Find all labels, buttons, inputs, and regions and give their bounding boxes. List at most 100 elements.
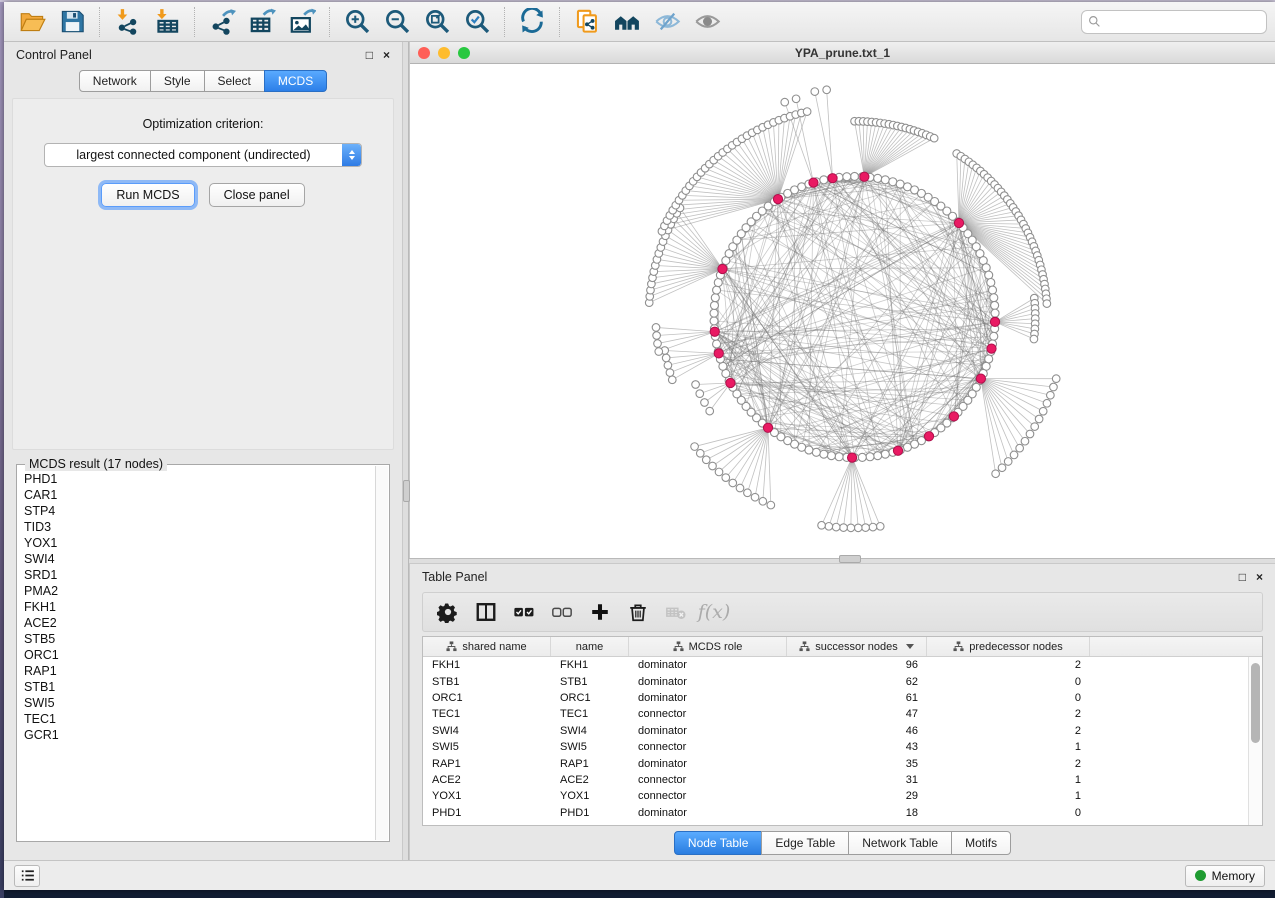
run-mcds-button[interactable]: Run MCDS — [101, 183, 194, 207]
leaf-node[interactable] — [652, 324, 660, 332]
leaf-node[interactable] — [1030, 335, 1038, 343]
ring-node[interactable] — [881, 176, 889, 184]
table-row[interactable]: STB1STB1dominator620 — [423, 673, 1248, 689]
column-header-predecessor-nodes[interactable]: predecessor nodes — [927, 637, 1090, 656]
mcds-result-item[interactable]: FKH1 — [24, 599, 374, 615]
show-all-icon[interactable] — [687, 6, 727, 38]
mcds-hub-node[interactable] — [954, 218, 963, 227]
mcds-result-item[interactable]: CAR1 — [24, 487, 374, 503]
mcds-hub-node[interactable] — [828, 174, 837, 183]
open-folder-icon[interactable] — [12, 6, 52, 38]
float-icon[interactable]: □ — [366, 49, 373, 61]
mcds-hub-node[interactable] — [893, 446, 902, 455]
ring-node[interactable] — [827, 452, 835, 460]
export-image-icon[interactable] — [282, 6, 322, 38]
table-row[interactable]: RAP1RAP1dominator352 — [423, 755, 1248, 771]
table-row[interactable]: SWI5SWI5connector431 — [423, 739, 1248, 755]
leaf-node[interactable] — [662, 354, 670, 362]
mcds-result-item[interactable]: TEC1 — [24, 711, 374, 727]
leaf-node[interactable] — [696, 390, 704, 398]
tab-select[interactable]: Select — [204, 70, 265, 92]
leaf-node[interactable] — [654, 340, 662, 348]
leaf-node[interactable] — [1026, 430, 1034, 438]
mcds-result-item[interactable]: YOX1 — [24, 535, 374, 551]
close-window-button[interactable] — [418, 47, 430, 59]
mcds-result-item[interactable]: STB1 — [24, 679, 374, 695]
table-row[interactable]: ACE2ACE2connector311 — [423, 772, 1248, 788]
mcds-hub-node[interactable] — [714, 349, 723, 358]
ring-node[interactable] — [889, 178, 897, 186]
leaf-node[interactable] — [847, 524, 855, 532]
ring-node[interactable] — [710, 317, 718, 325]
leaf-node[interactable] — [825, 522, 833, 530]
memory-button[interactable]: Memory — [1185, 865, 1265, 887]
table-row[interactable]: FKH1FKH1dominator962 — [423, 657, 1248, 673]
mcds-result-item[interactable]: ORC1 — [24, 647, 374, 663]
leaf-node[interactable] — [653, 332, 661, 340]
leaf-node[interactable] — [781, 98, 789, 106]
search-field[interactable] — [1081, 10, 1267, 34]
tab-network-table[interactable]: Network Table — [848, 831, 952, 855]
zoom-fit-icon[interactable] — [417, 6, 457, 38]
leaf-node[interactable] — [767, 501, 775, 509]
mcds-result-item[interactable]: SWI4 — [24, 551, 374, 567]
mcds-result-item[interactable]: SWI5 — [24, 695, 374, 711]
ring-node[interactable] — [710, 309, 718, 317]
leaf-node[interactable] — [840, 524, 848, 532]
leaf-node[interactable] — [1031, 423, 1039, 431]
network-graph[interactable] — [410, 64, 1275, 558]
zoom-in-icon[interactable] — [337, 6, 377, 38]
gear-icon[interactable] — [429, 597, 467, 627]
tab-motifs[interactable]: Motifs — [951, 831, 1011, 855]
vertical-splitter[interactable] — [402, 42, 409, 860]
leaf-node[interactable] — [930, 134, 938, 142]
splitter-grip[interactable] — [403, 480, 410, 502]
leaf-node[interactable] — [655, 348, 663, 356]
ring-node[interactable] — [874, 452, 882, 460]
mcds-hub-node[interactable] — [924, 432, 933, 441]
mcds-result-item[interactable]: STP4 — [24, 503, 374, 519]
leaf-node[interactable] — [811, 88, 819, 96]
export-network-icon[interactable] — [202, 6, 242, 38]
select-all-icon[interactable] — [505, 597, 543, 627]
leaf-node[interactable] — [706, 407, 714, 415]
close-icon[interactable]: × — [1256, 571, 1263, 583]
pane-icon[interactable] — [467, 597, 505, 627]
leaf-node[interactable] — [862, 524, 870, 532]
ring-node[interactable] — [985, 271, 993, 279]
leaf-node[interactable] — [823, 86, 831, 94]
leaf-node[interactable] — [702, 456, 710, 464]
export-table-icon[interactable] — [242, 6, 282, 38]
leaf-node[interactable] — [666, 369, 674, 377]
ring-node[interactable] — [812, 448, 820, 456]
ring-node[interactable] — [714, 279, 722, 287]
ring-node[interactable] — [988, 286, 996, 294]
mcds-result-item[interactable]: ACE2 — [24, 615, 374, 631]
import-table-icon[interactable] — [147, 6, 187, 38]
ring-node[interactable] — [987, 279, 995, 287]
trash-icon[interactable] — [619, 597, 657, 627]
leaf-node[interactable] — [729, 479, 737, 487]
leaf-node[interactable] — [691, 443, 699, 451]
tab-style[interactable]: Style — [150, 70, 205, 92]
leaf-node[interactable] — [701, 399, 709, 407]
hide-selected-icon[interactable] — [647, 6, 687, 38]
table-row[interactable]: TEC1TEC1connector472 — [423, 706, 1248, 722]
leaf-node[interactable] — [1016, 444, 1024, 452]
leaf-node[interactable] — [664, 361, 672, 369]
copy-network-icon[interactable] — [567, 6, 607, 38]
leaf-node[interactable] — [1021, 437, 1029, 445]
network-canvas[interactable] — [410, 64, 1275, 558]
ring-node[interactable] — [713, 286, 721, 294]
mcds-hub-node[interactable] — [976, 374, 985, 383]
first-neighbors-icon[interactable] — [607, 6, 647, 38]
table-row[interactable]: PHD1PHD1dominator180 — [423, 805, 1248, 821]
mcds-result-item[interactable]: RAP1 — [24, 663, 374, 679]
ring-node[interactable] — [835, 453, 843, 461]
mcds-hub-node[interactable] — [987, 344, 996, 353]
ring-node[interactable] — [713, 340, 721, 348]
table-scrollbar[interactable] — [1248, 657, 1262, 825]
mcds-result-item[interactable]: STB5 — [24, 631, 374, 647]
leaf-node[interactable] — [744, 489, 752, 497]
ring-node[interactable] — [991, 309, 999, 317]
